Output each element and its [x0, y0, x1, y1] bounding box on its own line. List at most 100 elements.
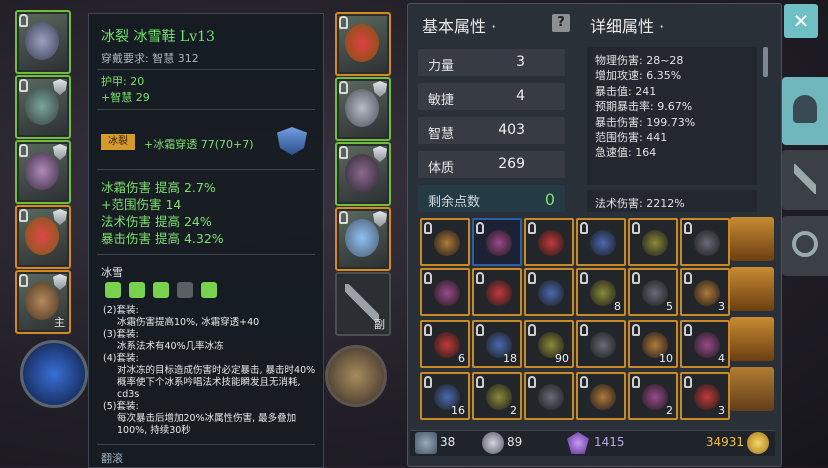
ice-skill-orb-icon[interactable]: [20, 340, 88, 408]
inventory-slot[interactable]: [628, 218, 678, 266]
necklace-slot[interactable]: [335, 12, 391, 76]
tab-skills[interactable]: [782, 150, 828, 210]
bonus-line: 暴击伤害 提高 4.32%: [101, 231, 224, 246]
item-title: 冰裂 冰雪鞋 Lv13: [101, 29, 215, 45]
lock-icon: [424, 376, 432, 388]
inventory-slot[interactable]: [576, 218, 626, 266]
inventory-slot[interactable]: 10: [628, 320, 678, 368]
inventory-slot[interactable]: 5: [628, 268, 678, 316]
main-hand-tag: 主: [54, 316, 65, 329]
set-bonus-label: (2)套装:: [103, 305, 139, 316]
gloves-slot[interactable]: [335, 77, 391, 141]
gem-shield-icon: [277, 127, 307, 155]
item-icon: [538, 384, 564, 410]
tab-settings[interactable]: [782, 216, 828, 276]
inventory-slot[interactable]: 8: [576, 268, 626, 316]
detail-line: 暴击值: 241: [595, 84, 657, 98]
inventory-slot[interactable]: [576, 372, 626, 420]
bag-icon[interactable]: [730, 217, 774, 261]
inventory-slot[interactable]: 6: [420, 320, 470, 368]
inventory-slot[interactable]: [680, 218, 730, 266]
lock-icon: [580, 376, 588, 388]
lock-icon: [684, 222, 692, 234]
inventory-slot[interactable]: [524, 218, 574, 266]
gloves-icon: [345, 89, 379, 127]
lock-icon: [684, 272, 692, 284]
item-icon: [642, 384, 668, 410]
detail-line: 增加攻速: 6.35%: [595, 69, 682, 83]
inventory-slot[interactable]: 2: [628, 372, 678, 420]
inventory-slot[interactable]: [524, 268, 574, 316]
potion-currency-icon: [482, 432, 504, 454]
set-name: 冰雪: [101, 266, 123, 279]
lock-icon: [476, 376, 484, 388]
set-ring-icon: [153, 282, 169, 298]
inventory-slot[interactable]: [420, 268, 470, 316]
boots-slot[interactable]: [335, 142, 391, 206]
wheel-tab-icon: [792, 231, 818, 257]
item-count: 90: [555, 352, 569, 365]
detail-attributes-title: 详细属性 ·: [590, 17, 665, 36]
help-icon[interactable]: ?: [552, 14, 570, 32]
item-count: 5: [666, 300, 673, 313]
inventory-slot[interactable]: [472, 268, 522, 316]
inventory-slot[interactable]: 3: [680, 372, 730, 420]
helmet-slot[interactable]: [15, 10, 71, 74]
off-hand-tag: 副: [374, 318, 385, 331]
inventory-slot[interactable]: 16: [420, 372, 470, 420]
stat-agility: 敏捷 4: [418, 83, 565, 110]
item-icon: [538, 280, 564, 306]
off-hand-slot[interactable]: 副: [335, 272, 391, 336]
item-icon: [434, 332, 460, 358]
bag-icon[interactable]: [730, 267, 774, 311]
cloak-slot[interactable]: [15, 140, 71, 204]
inventory-slot[interactable]: [576, 320, 626, 368]
stat-label: 敏捷: [428, 93, 455, 108]
inventory-slot[interactable]: [524, 372, 574, 420]
inventory-slot[interactable]: [472, 218, 522, 266]
tab-character[interactable]: [782, 77, 828, 145]
set-armor-icon: [129, 282, 145, 298]
inventory-slot[interactable]: 3: [680, 268, 730, 316]
item-count: 10: [659, 352, 673, 365]
inventory-slot[interactable]: 18: [472, 320, 522, 368]
armor-icon: [25, 87, 59, 125]
helmet-icon: [25, 22, 59, 60]
item-icon: [434, 280, 460, 306]
skill-orb-icon[interactable]: [325, 345, 387, 407]
item-icon: [590, 332, 616, 358]
bag-icon[interactable]: [730, 317, 774, 361]
remaining-value: 0: [544, 190, 555, 209]
armor-slot[interactable]: [15, 75, 71, 139]
belt-slot[interactable]: [15, 205, 71, 269]
gem-tag: 冰裂: [101, 134, 135, 150]
tier-badge-icon: [373, 146, 387, 162]
crystal-count: 1415: [594, 435, 625, 449]
inventory-slot[interactable]: 90: [524, 320, 574, 368]
lock-icon: [19, 14, 28, 27]
boots-icon: [345, 154, 379, 192]
item-tooltip: 冰裂 冰雪鞋 Lv13 穿戴要求: 智慧 312 护甲: 20 +智慧 29 冰…: [88, 13, 324, 468]
set-bonus-text: 对冰冻的目标造成伤害时必定暴击, 暴击时40%概率使下个冰系吟唱法术技能瞬发且无…: [117, 365, 316, 400]
tier-badge-icon: [53, 144, 67, 160]
bag-icon[interactable]: [730, 367, 774, 411]
set-pieces: [105, 282, 225, 302]
stat-value: 269: [498, 156, 525, 172]
ring-slot[interactable]: [335, 207, 391, 271]
sword-count: 38: [440, 435, 456, 449]
inventory-slot[interactable]: [420, 218, 470, 266]
lock-icon: [632, 272, 640, 284]
detail-scrollbar[interactable]: [763, 47, 768, 77]
inventory-slot[interactable]: 4: [680, 320, 730, 368]
close-button[interactable]: ✕: [784, 4, 818, 38]
main-hand-slot[interactable]: 主: [15, 270, 71, 334]
lock-icon: [339, 146, 348, 159]
inventory-slot[interactable]: 2: [472, 372, 522, 420]
lock-icon: [476, 222, 484, 234]
item-count: 6: [458, 352, 465, 365]
sword-currency-icon: [415, 432, 437, 454]
detail-line: 物理伤害: 28~28: [595, 54, 684, 67]
stat-wisdom: 智慧 403: [418, 117, 565, 144]
lock-icon: [528, 272, 536, 284]
armor-stat: 护甲: 20: [101, 75, 145, 88]
